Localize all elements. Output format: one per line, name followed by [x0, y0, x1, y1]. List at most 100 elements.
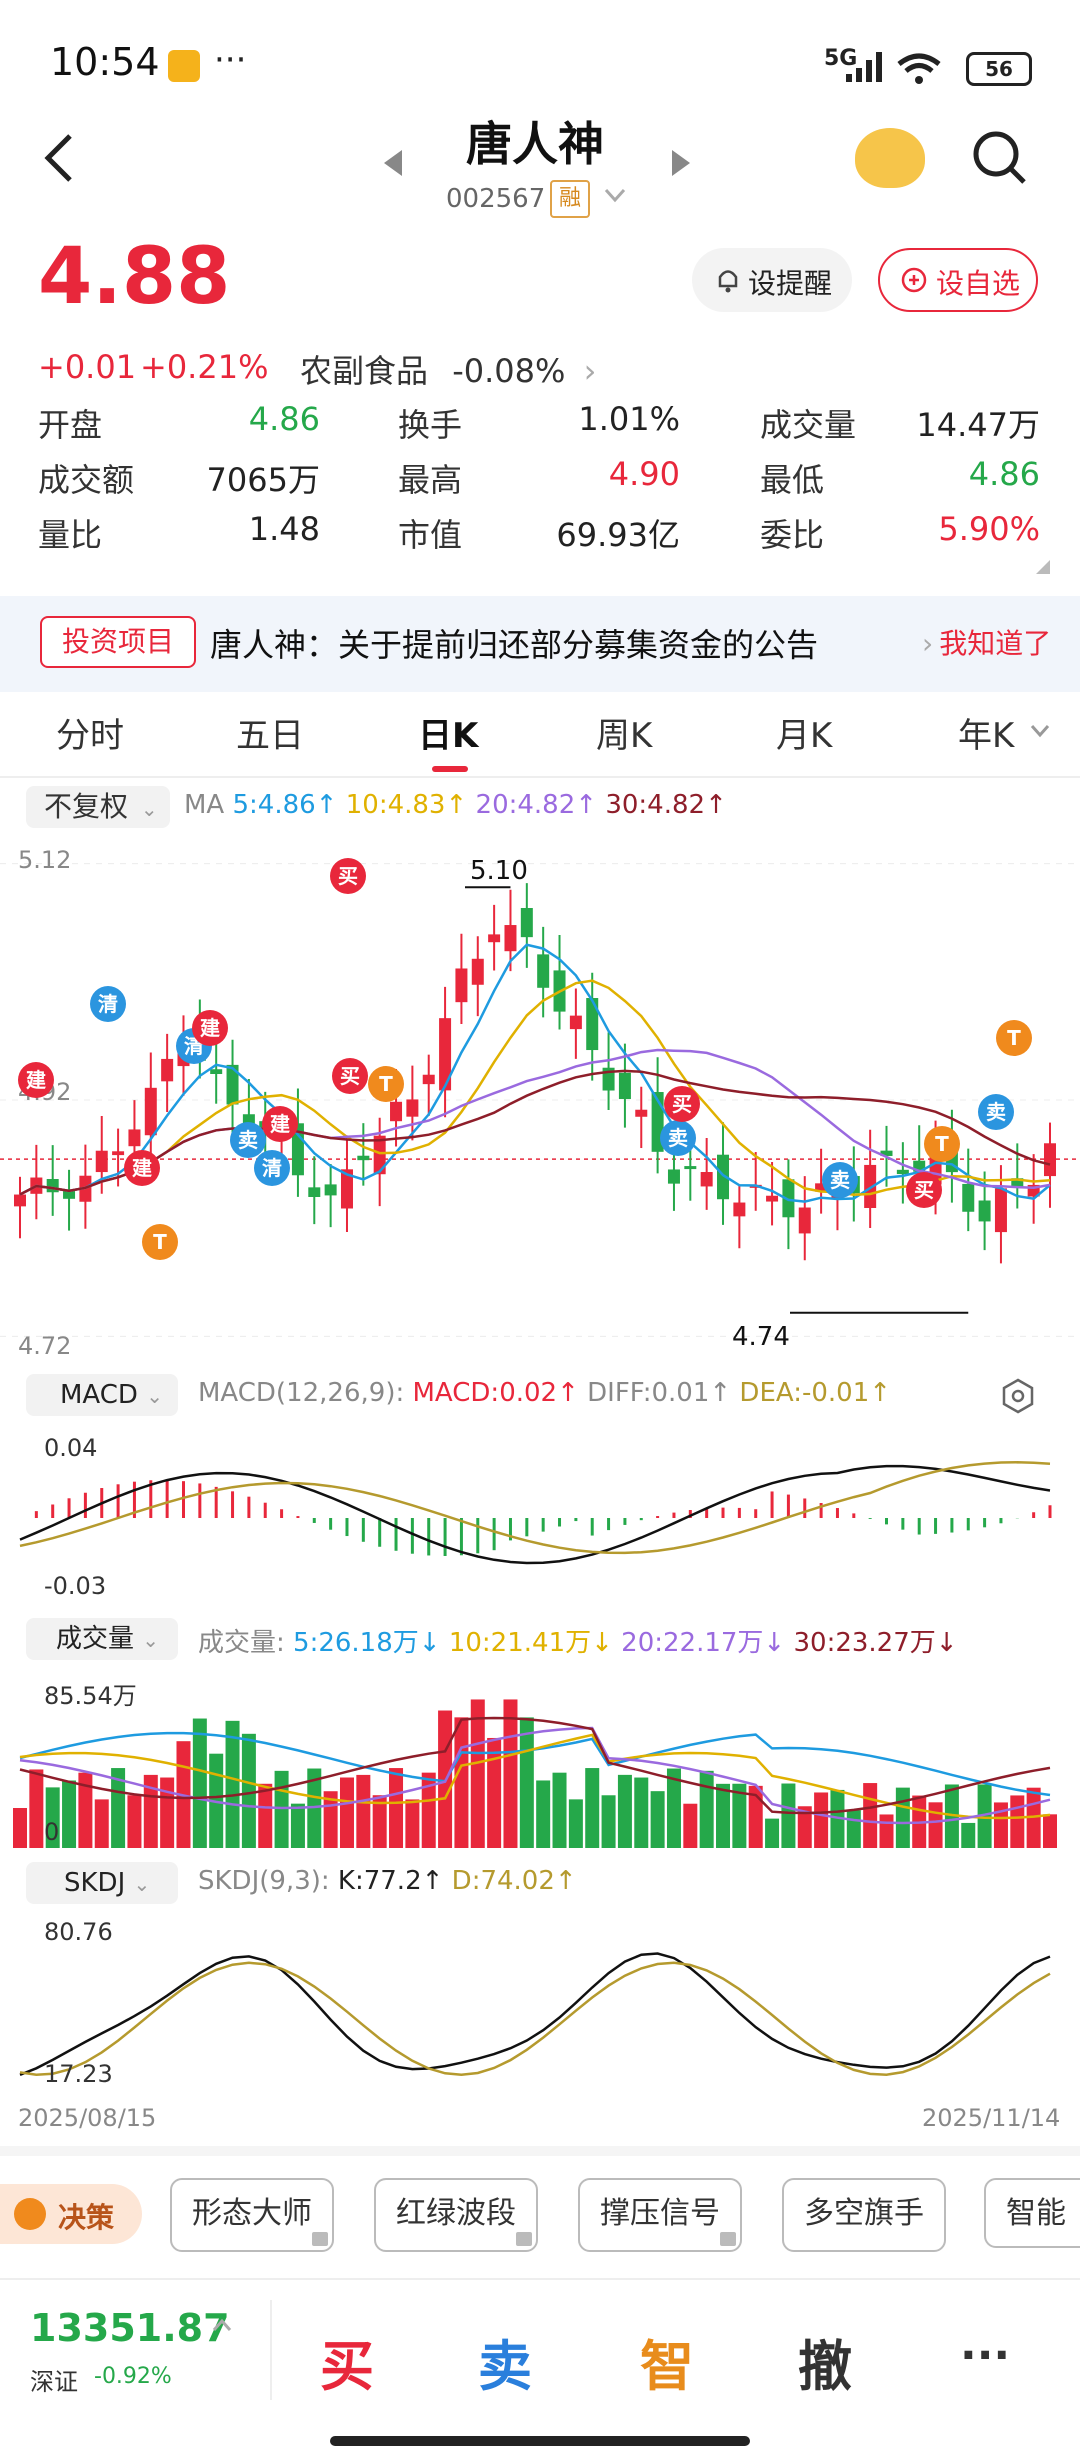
decision-button[interactable]: 决策 [0, 2184, 142, 2244]
buy-marker[interactable]: 买 [664, 1086, 700, 1122]
date-start: 2025/08/15 [18, 2104, 157, 2132]
macd-selector[interactable]: MACD ⌄ [26, 1374, 178, 1416]
vol5-value: 5:26.18万↓ [293, 1628, 441, 1658]
next-stock-button[interactable] [670, 148, 694, 182]
t-marker[interactable]: T [368, 1066, 404, 1102]
volume-bar [519, 1717, 534, 1848]
candle-body [471, 958, 484, 985]
add-watchlist-button[interactable]: 设自选 [878, 248, 1038, 312]
volume-bar [94, 1799, 109, 1848]
candle-body [962, 1183, 975, 1212]
buy-marker[interactable]: 买 [906, 1172, 942, 1208]
signal-icon [846, 52, 882, 82]
buy-button[interactable]: 买 [320, 2322, 374, 2401]
alert-button[interactable]: 设提醒 [692, 248, 852, 312]
volume-bar [13, 1808, 27, 1848]
candle-body [14, 1194, 26, 1207]
build-marker[interactable]: 建 [192, 1010, 228, 1046]
tool-pattern-master[interactable]: 形态大师 [170, 2178, 334, 2252]
more-button[interactable]: ··· [960, 2330, 1010, 2381]
buy-marker[interactable]: 买 [332, 1058, 368, 1094]
candle-body [112, 1151, 125, 1156]
build-marker[interactable]: 建 [262, 1106, 298, 1142]
prev-stock-button[interactable] [380, 148, 404, 182]
ma20-line [19, 1048, 1051, 1196]
ma-legend: MA 5:4.86↑ 10:4.83↑ 20:4.82↑ 30:4.82↑ [184, 790, 727, 820]
volume-selector[interactable]: 成交量 ⌄ [26, 1618, 178, 1660]
kline-ymin: 4.72 [18, 1332, 72, 1360]
mascot-icon[interactable] [855, 128, 925, 188]
vol10-line [19, 1733, 1051, 1820]
search-icon[interactable] [970, 128, 1028, 188]
tool-red-green-band[interactable]: 红绿波段 [374, 2178, 538, 2252]
corner-triangle-icon[interactable] [1036, 560, 1050, 574]
decision-label: 决策 [58, 2201, 115, 2234]
macd-ymin: -0.03 [44, 1572, 107, 1600]
chevron-down-icon: ⌄ [133, 1872, 151, 1896]
vol30-value: 30:23.27万↓ [793, 1628, 958, 1658]
notice-banner[interactable]: 投资项目 唐人神：关于提前归还部分募集资金的公告 › 我知道了 [0, 596, 1080, 692]
build-marker[interactable]: 建 [18, 1062, 54, 1098]
index-value[interactable]: 13351.87 [30, 2306, 230, 2350]
settings-icon[interactable] [1000, 1378, 1036, 1414]
macd-ymax: 0.04 [44, 1434, 98, 1462]
t-marker[interactable]: T [142, 1224, 178, 1260]
volume-bar [241, 1733, 256, 1848]
stat-label: 量比 [38, 516, 103, 554]
candle-body [1044, 1143, 1056, 1177]
volume-bar [617, 1774, 632, 1848]
volume-bar [470, 1699, 485, 1848]
t-marker[interactable]: T [996, 1020, 1032, 1056]
margin-tag: 融 [550, 180, 590, 218]
candle-body [798, 1207, 811, 1234]
macd-name: MACD [60, 1380, 138, 1410]
tab-five-day[interactable]: 五日 [236, 708, 304, 757]
smart-button[interactable]: 智 [640, 2322, 694, 2401]
adjust-selector[interactable]: 不复权 ⌄ [26, 786, 170, 828]
sell-marker[interactable]: 卖 [978, 1094, 1014, 1130]
sector-link[interactable]: 农副食品 -0.08% › [300, 346, 596, 392]
candle-body [667, 1169, 680, 1184]
volume-bar [781, 1783, 796, 1848]
candle-body [569, 1015, 582, 1030]
volume-bar [863, 1783, 878, 1848]
candle-body [733, 1202, 746, 1217]
tool-bull-bear-flag[interactable]: 多空旗手 [782, 2178, 946, 2252]
volume-ymax: 85.54万 [44, 1682, 137, 1710]
tool-support-resistance[interactable]: 撑压信号 [578, 2178, 742, 2252]
skdj-selector[interactable]: SKDJ ⌄ [26, 1862, 178, 1904]
sell-button[interactable]: 卖 [478, 2322, 532, 2401]
tab-daily-k[interactable]: 日K [418, 708, 478, 757]
clear-marker[interactable]: 清 [254, 1150, 290, 1186]
tab-monthly-k[interactable]: 月K [776, 708, 832, 757]
sell-marker[interactable]: 卖 [660, 1120, 696, 1156]
volume-ymin: 0 [44, 1818, 60, 1846]
chevron-down-icon[interactable] [1030, 724, 1050, 738]
tab-yearly-k[interactable]: 年K [958, 708, 1014, 757]
cancel-order-button[interactable]: 撤 [798, 2322, 852, 2401]
clear-marker[interactable]: 清 [90, 986, 126, 1022]
stat-value: 69.93亿 [556, 516, 680, 554]
high-price-label: 5.10 [470, 856, 528, 886]
chevron-down-icon[interactable] [604, 188, 626, 204]
macd-chart[interactable] [0, 1422, 1080, 1602]
volume-bar [487, 1737, 502, 1848]
volume-chart[interactable] [0, 1668, 1080, 1850]
notice-dismiss[interactable]: › 我知道了 [922, 622, 1051, 662]
sell-marker[interactable]: 卖 [822, 1162, 858, 1198]
build-marker[interactable]: 建 [124, 1150, 160, 1186]
tool-smart[interactable]: 智能 [984, 2178, 1080, 2248]
buy-marker[interactable]: 买 [330, 858, 366, 894]
stat-value: 7065万 [206, 461, 320, 499]
k-line [19, 1952, 1051, 2076]
tab-weekly-k[interactable]: 周K [596, 708, 652, 757]
candle-body [994, 1188, 1007, 1233]
skdj-chart[interactable] [0, 1910, 1080, 2094]
candle-body [978, 1200, 991, 1222]
back-button[interactable] [40, 128, 80, 188]
kline-chart[interactable] [0, 840, 1080, 1360]
t-marker[interactable]: T [924, 1126, 960, 1162]
volume-bar [961, 1822, 976, 1848]
tab-timeshare[interactable]: 分时 [56, 708, 124, 757]
candle-body [46, 1179, 59, 1193]
